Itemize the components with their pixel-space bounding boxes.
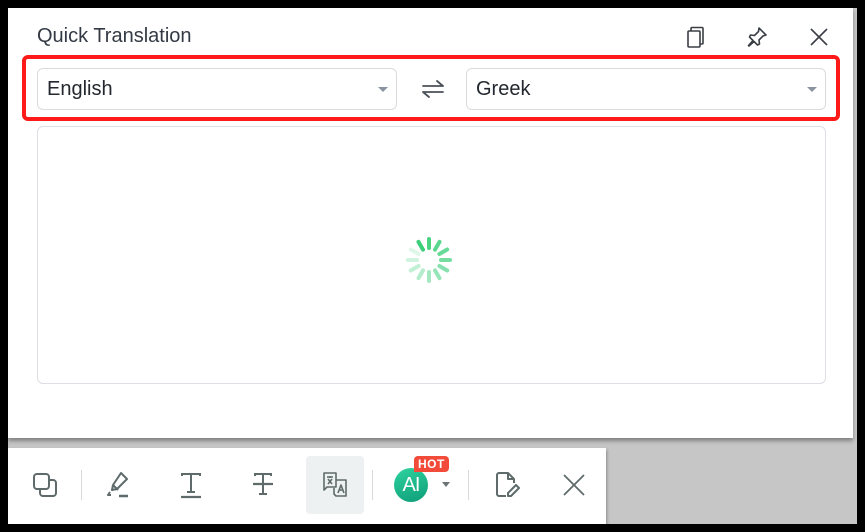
copy-result-button[interactable] [682,23,710,51]
swap-arrows-icon [422,80,444,98]
spinner-dash [433,268,442,281]
toolbar-underline-button[interactable] [162,456,220,514]
spinner-dash [437,264,450,273]
loading-spinner-icon [406,237,452,283]
target-language-select[interactable]: Greek [466,68,826,110]
spinner-dash [408,264,421,273]
swap-languages-button[interactable] [418,75,448,103]
copy-icon [33,473,57,497]
source-language-select[interactable]: English [37,68,397,110]
close-icon [810,28,828,46]
ai-icon: AI [394,468,428,502]
language-selector-row: English Greek [22,55,840,121]
screen-frame: Quick Translation English Greek AI HOT [8,8,857,524]
spinner-dash [416,239,425,252]
toolbar-close-button[interactable] [545,456,603,514]
close-icon [563,474,585,496]
target-language-value: Greek [476,77,531,100]
toolbar-copy-button[interactable] [16,456,74,514]
toolbar-divider [468,470,469,500]
ai-label: AI [402,473,421,496]
spinner-dash [433,239,442,252]
toolbar-note-button[interactable] [478,456,536,514]
strikethrough-text-icon [253,473,273,495]
source-language-value: English [47,77,113,100]
toolbar-divider [372,470,373,500]
ai-dropdown-caret-icon[interactable] [442,482,450,487]
annotation-toolbar: AI HOT [8,448,606,524]
pin-button[interactable] [743,23,771,51]
underline-text-icon [181,473,201,499]
chevron-down-icon [807,87,817,92]
copy-icon [687,26,704,48]
highlighter-icon [107,472,128,498]
hot-badge: HOT [414,456,449,472]
chevron-down-icon [378,87,388,92]
note-edit-icon [496,472,520,497]
translate-icon [323,472,347,497]
toolbar-translate-button[interactable] [306,456,364,514]
spinner-dash [408,247,421,256]
spinner-dash [437,247,450,256]
toolbar-highlight-button[interactable] [90,456,148,514]
close-panel-button[interactable] [805,23,833,51]
toolbar-divider [81,470,82,500]
toolbar-strikethrough-button[interactable] [234,456,292,514]
spinner-dash [416,268,425,281]
panel-title: Quick Translation [37,25,192,47]
translation-result-area [37,126,826,384]
quick-translation-panel: Quick Translation English Greek [8,8,853,438]
pin-icon [747,27,767,47]
